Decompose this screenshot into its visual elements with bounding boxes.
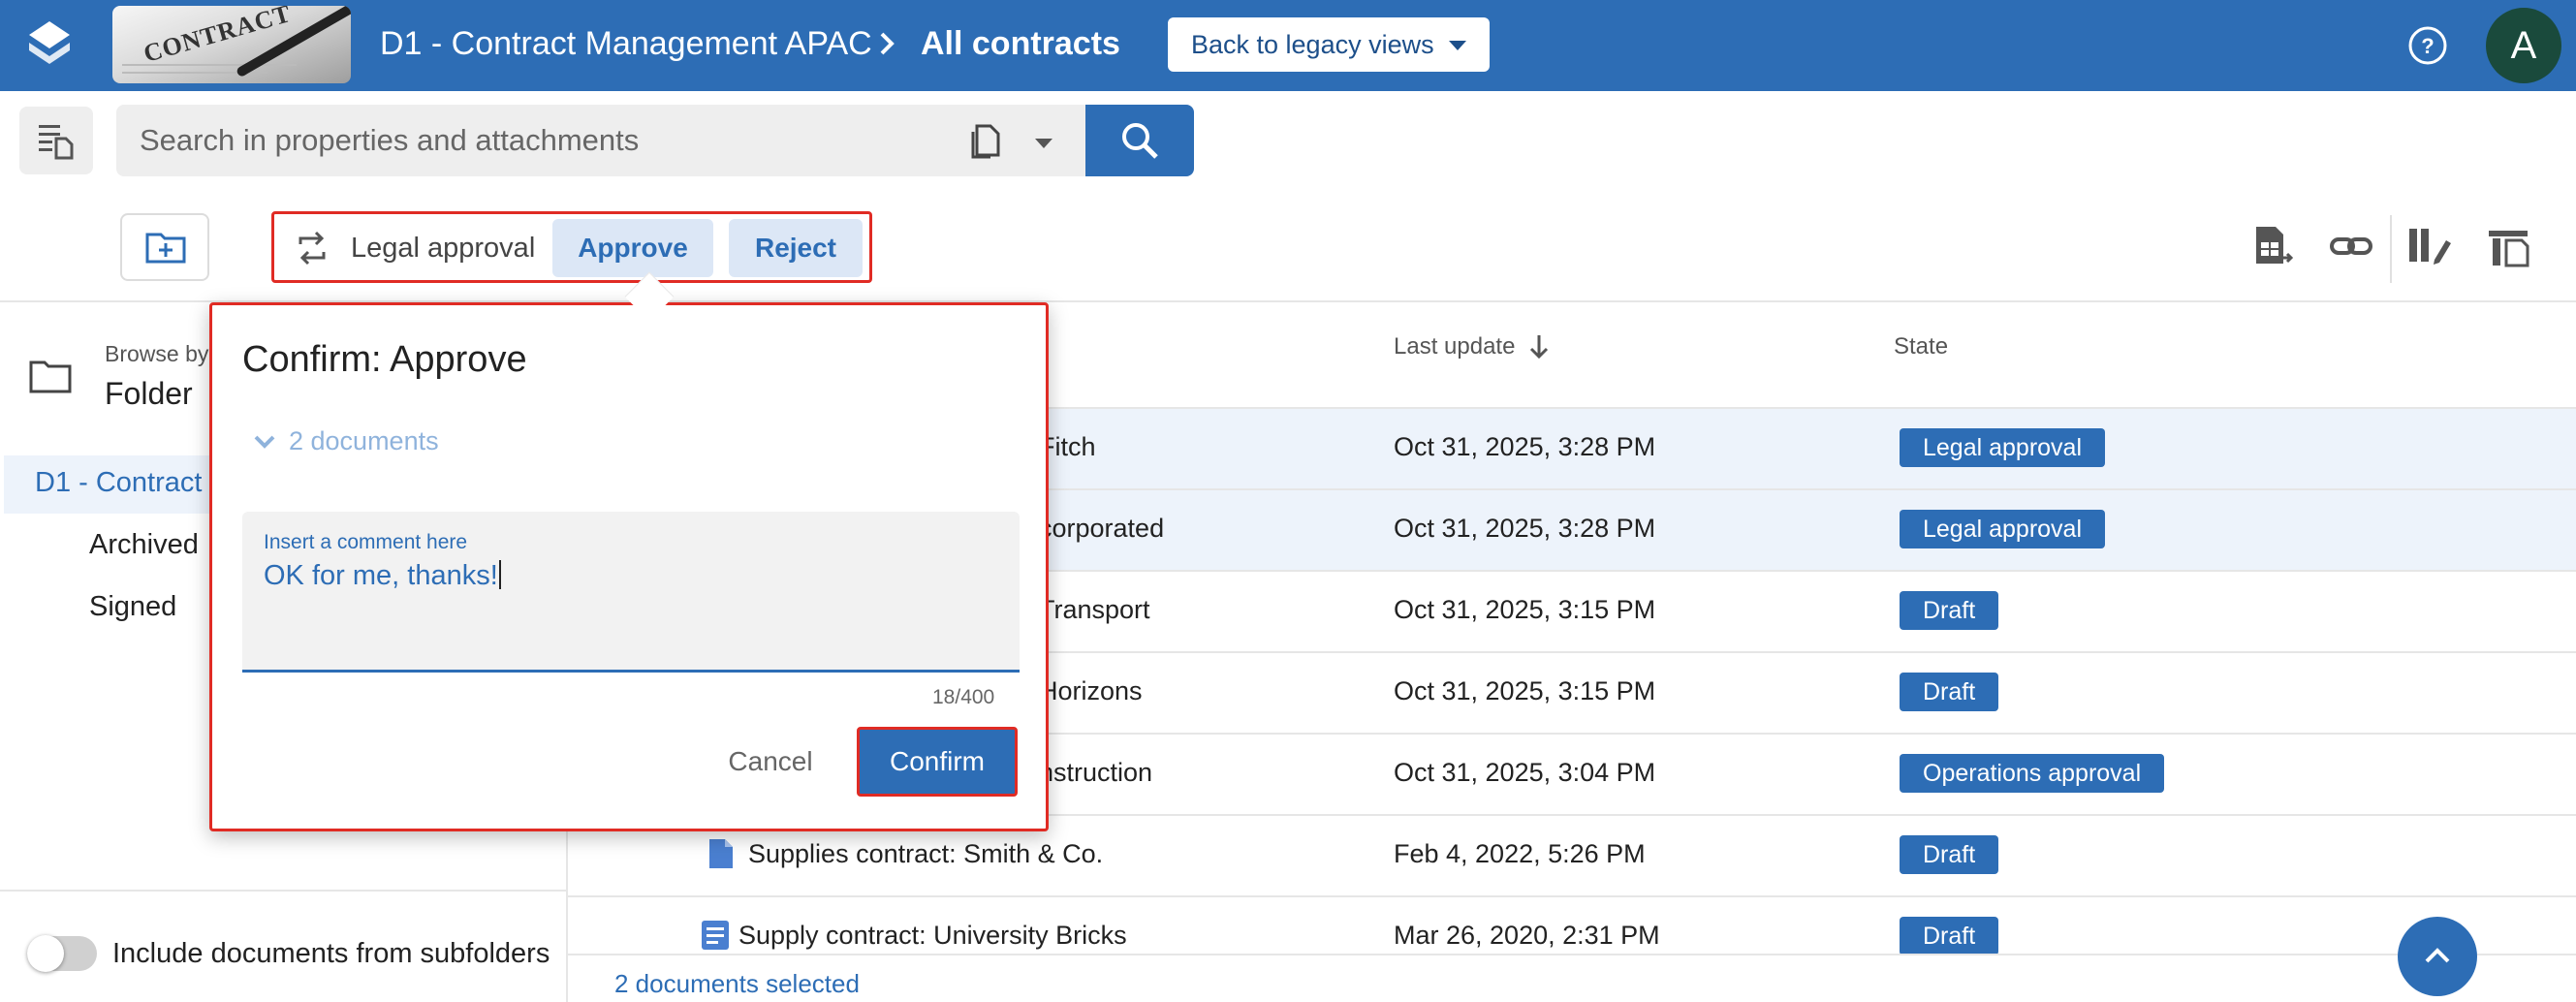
scroll-to-top-button[interactable] bbox=[2398, 917, 2477, 996]
chevron-up-icon bbox=[2425, 948, 2450, 963]
toolbar-divider bbox=[2390, 215, 2392, 283]
attachments-view-icon[interactable] bbox=[2487, 225, 2529, 269]
breadcrumb-current-view: All contracts bbox=[921, 25, 1120, 62]
search-input[interactable] bbox=[140, 105, 934, 176]
approve-button[interactable]: Approve bbox=[552, 219, 713, 277]
workspace-cover-image: CONTRACT bbox=[112, 6, 351, 83]
status-badge: Draft bbox=[1900, 835, 1999, 874]
include-subfolders-toggle[interactable] bbox=[27, 935, 97, 972]
reject-button[interactable]: Reject bbox=[729, 219, 863, 277]
caret-down-icon bbox=[1449, 41, 1466, 50]
tree-item-archived[interactable]: Archived bbox=[89, 529, 199, 561]
legacy-button-label: Back to legacy views bbox=[1191, 29, 1434, 59]
user-avatar[interactable]: A bbox=[2486, 8, 2561, 83]
documents-count-label: 2 documents bbox=[289, 426, 439, 455]
table-row[interactable]: Supply contract: University Bricks Mar 2… bbox=[568, 897, 2576, 979]
row-last-update: Mar 26, 2020, 2:31 PM bbox=[1394, 921, 1660, 950]
browse-by-label: Browse by bbox=[105, 341, 209, 366]
text-cursor bbox=[498, 560, 501, 589]
row-last-update: Oct 31, 2025, 3:28 PM bbox=[1394, 432, 1656, 461]
help-icon[interactable]: ? bbox=[2407, 25, 2448, 66]
comment-value: OK for me, thanks! bbox=[264, 560, 498, 591]
tree-item-signed[interactable]: Signed bbox=[89, 591, 176, 623]
search-button[interactable] bbox=[1085, 105, 1194, 176]
status-badge: Draft bbox=[1900, 917, 1999, 955]
list-document-icon bbox=[39, 125, 74, 160]
edit-columns-icon[interactable] bbox=[2407, 225, 2452, 269]
character-counter: 18/400 bbox=[932, 686, 995, 708]
search-icon bbox=[1122, 123, 1158, 159]
confirm-button[interactable]: Confirm bbox=[857, 727, 1018, 797]
chevron-right-icon bbox=[880, 32, 895, 55]
document-icon bbox=[709, 839, 733, 868]
folder-icon bbox=[29, 360, 72, 393]
chevron-down-icon bbox=[254, 435, 275, 449]
column-header-last-update[interactable]: Last update bbox=[1394, 333, 1515, 360]
documents-expand-toggle[interactable]: 2 documents bbox=[252, 426, 439, 456]
export-spreadsheet-icon[interactable] bbox=[2252, 225, 2295, 269]
status-badge: Legal approval bbox=[1900, 510, 2106, 548]
status-badge: Legal approval bbox=[1900, 428, 2106, 467]
breadcrumb-workspace[interactable]: D1 - Contract Management APAC bbox=[380, 25, 872, 63]
browse-by-selector[interactable]: Folder bbox=[105, 376, 193, 412]
link-icon[interactable] bbox=[2330, 225, 2372, 269]
row-last-update: Oct 31, 2025, 3:15 PM bbox=[1394, 676, 1656, 705]
row-title[interactable]: Supplies contract: Smith & Co. bbox=[748, 839, 1103, 869]
tree-item-root[interactable]: D1 - Contract M bbox=[35, 467, 234, 499]
back-to-legacy-views-button[interactable]: Back to legacy views bbox=[1168, 17, 1490, 72]
status-badge: Draft bbox=[1900, 673, 1999, 711]
status-badge: Draft bbox=[1900, 591, 1999, 630]
row-last-update: Oct 31, 2025, 3:15 PM bbox=[1394, 595, 1656, 624]
sort-descending-icon[interactable] bbox=[1527, 333, 1551, 360]
include-subfolders-label: Include documents from subfolders bbox=[112, 938, 550, 969]
row-title[interactable]: corporated bbox=[1039, 514, 1164, 544]
status-badge: Operations approval bbox=[1900, 754, 2165, 793]
row-last-update: Oct 31, 2025, 3:28 PM bbox=[1394, 514, 1656, 543]
search-options-caret-icon[interactable] bbox=[1035, 139, 1052, 148]
row-last-update: Feb 4, 2022, 5:26 PM bbox=[1394, 839, 1646, 868]
text-document-icon bbox=[702, 921, 729, 950]
toggle-knob bbox=[27, 935, 64, 972]
attachment-filter-icon[interactable] bbox=[969, 122, 1004, 159]
app-logo-icon[interactable] bbox=[29, 21, 70, 70]
new-folder-button[interactable] bbox=[120, 213, 209, 281]
search-bar bbox=[116, 105, 1085, 176]
comment-field[interactable]: Insert a comment here OK for me, thanks! bbox=[242, 512, 1020, 673]
workflow-step-label: Legal approval bbox=[351, 233, 536, 264]
table-footer-divider bbox=[568, 954, 2576, 955]
top-bar: CONTRACT D1 - Contract Management APAC A… bbox=[0, 0, 2576, 91]
workflow-cycle-icon bbox=[298, 231, 326, 266]
row-title[interactable]: nstruction bbox=[1039, 758, 1152, 788]
column-header-state[interactable]: State bbox=[1894, 333, 1948, 360]
add-folder-icon bbox=[145, 233, 186, 264]
row-title[interactable]: Supply contract: University Bricks bbox=[738, 921, 1127, 951]
toggle-sidebar-button[interactable] bbox=[19, 107, 93, 174]
row-last-update: Oct 31, 2025, 3:04 PM bbox=[1394, 758, 1656, 787]
sidebar-bottom-divider bbox=[0, 890, 566, 892]
row-title[interactable]: Transport bbox=[1039, 595, 1150, 625]
dialog-title: Confirm: Approve bbox=[242, 339, 527, 380]
selection-count: 2 documents selected bbox=[614, 969, 860, 998]
comment-input[interactable]: OK for me, thanks! bbox=[264, 560, 501, 592]
cancel-button[interactable]: Cancel bbox=[707, 727, 833, 797]
comment-field-label: Insert a comment here bbox=[264, 531, 468, 553]
svg-text:?: ? bbox=[2421, 34, 2434, 58]
row-title[interactable]: Horizons bbox=[1039, 676, 1143, 706]
